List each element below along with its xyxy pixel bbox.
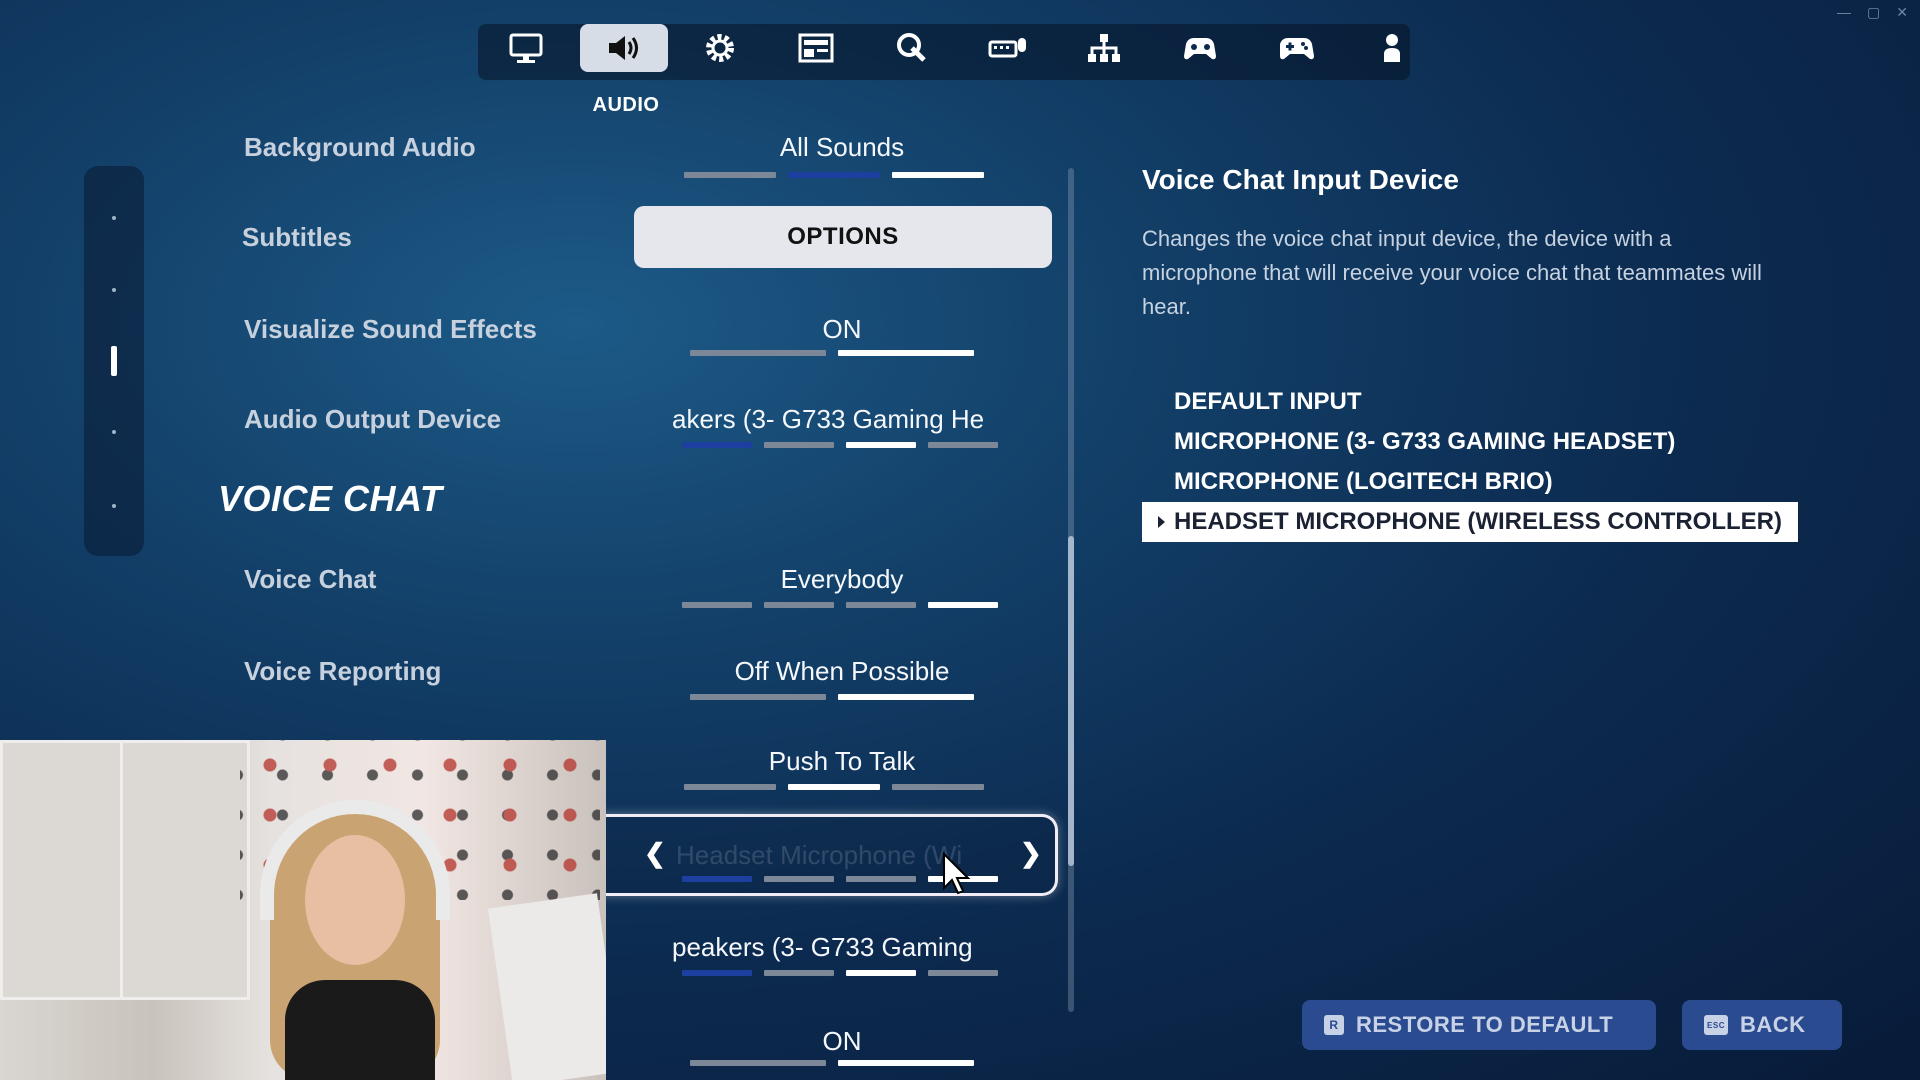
- monitor-icon: [509, 33, 543, 63]
- keyboard-mouse-icon: [988, 38, 1026, 58]
- gear-icon: [706, 34, 734, 62]
- settings-scrollbar-thumb[interactable]: [1068, 536, 1074, 866]
- voice-chat-label: Voice Chat: [244, 564, 377, 594]
- wall-sign: [488, 893, 606, 1080]
- tab-account[interactable]: [1348, 24, 1436, 72]
- last-toggle-value[interactable]: ON: [652, 1026, 1032, 1057]
- controller-settings-icon: [1184, 38, 1216, 60]
- back-button[interactable]: ESC BACK: [1682, 1000, 1842, 1050]
- panel-title: Voice Chat Input Device: [1142, 164, 1459, 195]
- tab-touch[interactable]: [868, 24, 956, 72]
- device-list: DEFAULT INPUT MICROPHONE (3- G733 GAMING…: [1142, 382, 1798, 542]
- streamer: [250, 780, 450, 1080]
- voice-chat-method-value[interactable]: Push To Talk: [652, 746, 1032, 777]
- visualize-sound-effects-value[interactable]: ON: [652, 314, 1032, 345]
- background-audio-label: Background Audio: [244, 132, 476, 162]
- section-marker[interactable]: [112, 430, 116, 434]
- r-key-icon: R: [1324, 1015, 1344, 1035]
- voice-chat-value[interactable]: Everybody: [652, 564, 1032, 595]
- tab-ui[interactable]: [772, 24, 860, 72]
- tab-game[interactable]: [676, 24, 764, 72]
- section-marker[interactable]: [112, 216, 116, 220]
- webcam-overlay: [0, 740, 606, 1080]
- active-tab-label: AUDIO: [592, 94, 660, 116]
- gamepad-icon: [1280, 38, 1314, 60]
- touch-icon: [897, 33, 926, 62]
- visualize-sound-effects-label: Visualize Sound Effects: [244, 314, 537, 344]
- tab-keyboard-mouse[interactable]: [964, 24, 1052, 72]
- subtitles-options-button[interactable]: OPTIONS: [634, 206, 1052, 268]
- minimize-icon[interactable]: —: [1837, 4, 1851, 21]
- settings-tab-bar: [478, 24, 1410, 80]
- tab-controls[interactable]: [1060, 24, 1148, 72]
- back-label: BACK: [1740, 1012, 1806, 1037]
- voice-chat-output-device-selector[interactable]: [682, 970, 998, 976]
- voice-reporting-toggle[interactable]: [690, 694, 974, 700]
- person-icon: [1384, 34, 1400, 62]
- section-marker[interactable]: [112, 504, 116, 508]
- background-audio-selector[interactable]: [684, 172, 984, 178]
- section-marker-active[interactable]: [111, 346, 117, 376]
- speaker-icon: [609, 36, 638, 60]
- section-marker[interactable]: [112, 288, 116, 292]
- voice-reporting-label: Voice Reporting: [244, 656, 442, 686]
- voice-chat-method-selector[interactable]: [684, 784, 984, 790]
- close-icon[interactable]: ✕: [1896, 4, 1908, 21]
- device-option[interactable]: MICROPHONE (3- G733 GAMING HEADSET): [1142, 422, 1798, 462]
- voice-reporting-value[interactable]: Off When Possible: [652, 656, 1032, 687]
- audio-output-device-value[interactable]: akers (3- G733 Gaming He: [672, 404, 1012, 435]
- visualize-sound-effects-toggle[interactable]: [690, 350, 974, 356]
- device-option-selected[interactable]: HEADSET MICROPHONE (WIRELESS CONTROLLER): [1142, 502, 1798, 542]
- background-door: [0, 740, 130, 1000]
- layout-icon: [798, 33, 834, 63]
- restore-to-default-button[interactable]: R RESTORE TO DEFAULT: [1302, 1000, 1656, 1050]
- maximize-icon[interactable]: ▢: [1867, 4, 1880, 21]
- last-toggle[interactable]: [690, 1060, 974, 1066]
- voice-chat-selector[interactable]: [682, 602, 998, 608]
- panel-description: Changes the voice chat input device, the…: [1142, 226, 1762, 319]
- network-icon: [1088, 34, 1120, 62]
- subtitles-label: Subtitles: [242, 222, 352, 252]
- restore-to-default-label: RESTORE TO DEFAULT: [1356, 1012, 1614, 1037]
- voice-chat-section-title: VOICE CHAT: [218, 478, 443, 519]
- background-door: [120, 740, 250, 1000]
- voice-chat-output-device-value[interactable]: peakers (3- G733 Gaming: [672, 932, 1012, 963]
- section-navigator[interactable]: [84, 166, 144, 556]
- background-audio-value[interactable]: All Sounds: [652, 132, 1032, 163]
- headset-icon: [260, 800, 450, 920]
- tab-gamepad[interactable]: [1252, 24, 1340, 72]
- audio-output-device-selector[interactable]: [682, 442, 998, 448]
- device-option[interactable]: DEFAULT INPUT: [1142, 382, 1798, 422]
- chevron-right-icon[interactable]: ❯: [1020, 838, 1042, 869]
- esc-key-icon: ESC: [1704, 1015, 1728, 1035]
- mouse-cursor-icon: [943, 852, 971, 895]
- tab-controller-settings[interactable]: [1156, 24, 1244, 72]
- tab-display[interactable]: [482, 24, 570, 72]
- device-option[interactable]: MICROPHONE (LOGITECH BRIO): [1142, 462, 1798, 502]
- audio-output-device-label: Audio Output Device: [244, 404, 502, 434]
- window-controls: — ▢ ✕: [1837, 4, 1908, 21]
- chevron-left-icon[interactable]: ❮: [644, 838, 666, 869]
- tab-audio[interactable]: [580, 24, 668, 72]
